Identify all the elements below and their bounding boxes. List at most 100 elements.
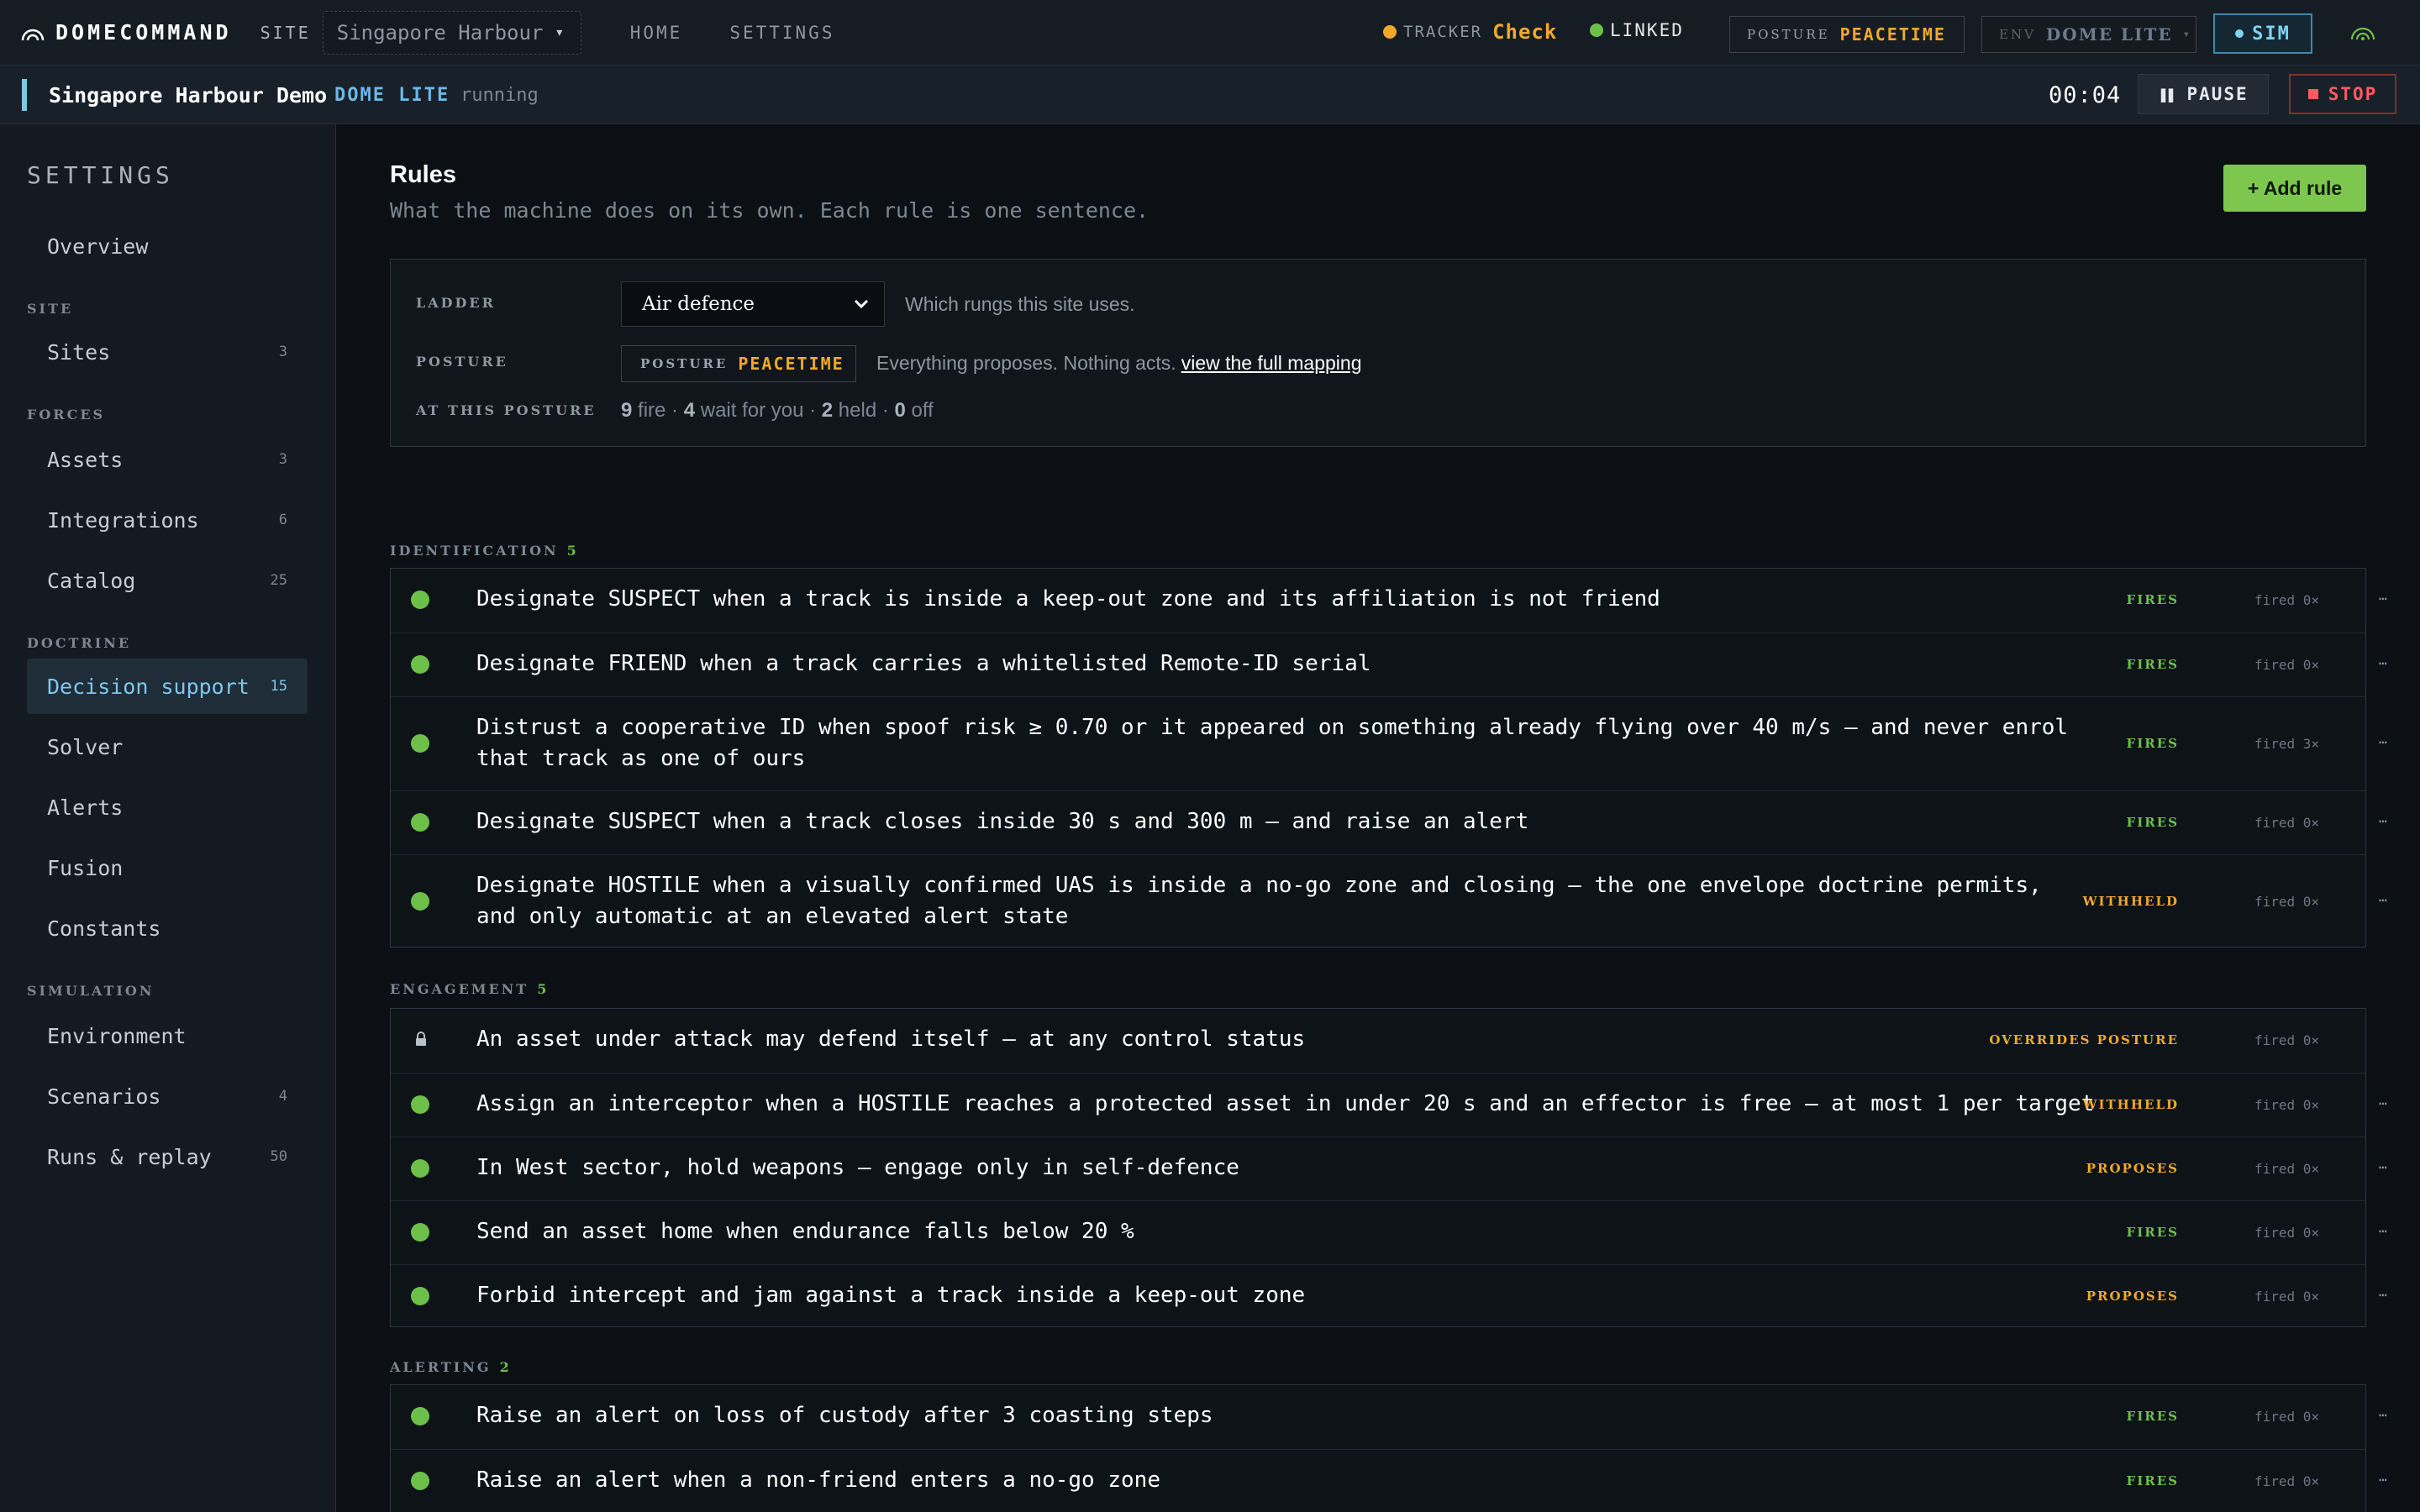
add-rule-button[interactable]: + Add rule: [2223, 165, 2366, 212]
sidebar-item-runs-replay[interactable]: Runs & replay 50: [27, 1129, 308, 1184]
sidebar-item-solver[interactable]: Solver: [27, 719, 308, 774]
rule-text: Designate HOSTILE when a visually confir…: [476, 873, 2042, 929]
run-env: DOME LITE: [334, 85, 450, 106]
sidebar-item-environment[interactable]: Environment: [27, 1008, 308, 1063]
sidebar-item-count: 15: [270, 678, 287, 695]
sidebar-item-count: 50: [270, 1148, 287, 1165]
sidebar-item-assets[interactable]: Assets 3: [27, 432, 308, 487]
sidebar-item-count: 4: [278, 1088, 287, 1105]
tracker-value: Check: [1492, 20, 1558, 44]
more-icon[interactable]: ⋯: [2379, 1223, 2387, 1239]
stop-button[interactable]: STOP: [2289, 74, 2396, 114]
nav-home[interactable]: HOME: [630, 23, 683, 43]
posture-indicator-label: POSTURE: [1747, 27, 1830, 42]
rules-config-panel: LADDER Air defence Which rungs this site…: [390, 259, 2366, 447]
sidebar-item-sites[interactable]: Sites 3: [27, 324, 308, 380]
rules-page: Rules What the machine does on its own. …: [336, 124, 2420, 1512]
rule-tag: PROPOSES: [2086, 1161, 2179, 1176]
count-held: 2: [821, 399, 834, 422]
site-selector[interactable]: Singapore Harbour ▾: [322, 10, 581, 55]
sidebar-group-doctrine: DOCTRINE: [27, 635, 132, 651]
sidebar-item-overview[interactable]: Overview: [27, 218, 308, 274]
rule-row[interactable]: Raise an alert when a non-friend enters …: [391, 1449, 2387, 1512]
posture-chip-value: PEACETIME: [738, 354, 844, 374]
sim-dot-icon: [2235, 29, 2244, 38]
rule-text: Send an asset home when endurance falls …: [476, 1219, 1134, 1244]
brand[interactable]: DOMECOMMAND: [20, 20, 232, 45]
ladder-select[interactable]: Air defence: [621, 281, 885, 327]
sidebar-item-catalog[interactable]: Catalog 25: [27, 553, 308, 608]
more-icon[interactable]: ⋯: [2379, 655, 2387, 671]
rule-fired-count: fired 0×: [2254, 1409, 2320, 1425]
sim-mode-label: SIM: [2252, 23, 2291, 45]
page-title: Rules: [390, 161, 456, 188]
more-icon[interactable]: ⋯: [2379, 1095, 2387, 1111]
posture-indicator[interactable]: POSTURE PEACETIME: [1729, 16, 1965, 53]
rule-status-dot: [411, 1287, 429, 1305]
rule-row[interactable]: In West sector, hold weapons — engage on…: [391, 1137, 2387, 1200]
sidebar-item-fusion[interactable]: Fusion: [27, 840, 308, 895]
ladder-select-value: Air defence: [642, 293, 755, 315]
rule-row[interactable]: Raise an alert on loss of custody after …: [391, 1385, 2387, 1449]
sidebar-item-label: Constants: [47, 916, 161, 941]
rule-row[interactable]: Designate FRIEND when a track carries a …: [391, 633, 2387, 696]
tracker-status[interactable]: TRACKER Check: [1383, 20, 1557, 44]
run-accent-bar: [22, 79, 27, 111]
sidebar-item-constants[interactable]: Constants: [27, 900, 308, 956]
rule-tag: FIRES: [2126, 736, 2179, 751]
sidebar-item-integrations[interactable]: Integrations 6: [27, 492, 308, 548]
chevron-down-icon: ▾: [2182, 28, 2191, 41]
rule-fired-count: fired 3×: [2254, 736, 2320, 752]
rule-row[interactable]: Send an asset home when endurance falls …: [391, 1200, 2387, 1264]
sidebar-item-scenarios[interactable]: Scenarios 4: [27, 1068, 308, 1124]
sidebar-item-count: 3: [278, 344, 287, 360]
more-icon[interactable]: ⋯: [2379, 892, 2387, 908]
sidebar-item-decision-support[interactable]: Decision support 15: [27, 659, 308, 714]
tracker-status-dot: [1383, 25, 1397, 39]
rule-row[interactable]: Designate SUSPECT when a track is inside…: [391, 569, 2387, 633]
more-icon[interactable]: ⋯: [2379, 591, 2387, 606]
rule-row[interactable]: Designate SUSPECT when a track closes in…: [391, 790, 2387, 854]
rule-text: Assign an interceptor when a HOSTILE rea…: [476, 1091, 2095, 1116]
nav-settings[interactable]: SETTINGS: [729, 23, 834, 43]
rule-row[interactable]: Designate HOSTILE when a visually confir…: [391, 854, 2387, 948]
more-icon[interactable]: ⋯: [2379, 1472, 2387, 1488]
posture-chip[interactable]: POSTURE PEACETIME: [621, 345, 856, 382]
stop-icon: [2307, 89, 2318, 99]
rule-fired-count: fired 0×: [2254, 1032, 2320, 1048]
posture-help-sentence: Everything proposes. Nothing acts.: [876, 352, 1176, 374]
group-header-identification: IDENTIFICATION 5: [390, 543, 577, 559]
more-icon[interactable]: ⋯: [2379, 1287, 2387, 1303]
rule-status-dot: [411, 813, 429, 832]
rule-status-dot: [411, 1095, 429, 1114]
more-icon[interactable]: ⋯: [2379, 1407, 2387, 1423]
view-mapping-link[interactable]: view the full mapping: [1181, 352, 1362, 374]
rule-fired-count: fired 0×: [2254, 1225, 2320, 1241]
stop-label: STOP: [2328, 84, 2378, 104]
env-selector[interactable]: ENV DOME LITE ▾: [1981, 16, 2196, 53]
pause-label: PAUSE: [2186, 84, 2249, 104]
more-icon[interactable]: ⋯: [2379, 734, 2387, 750]
more-icon[interactable]: ⋯: [2379, 813, 2387, 829]
dome-status-icon[interactable]: [2349, 22, 2376, 42]
sim-mode-button[interactable]: SIM: [2213, 13, 2312, 54]
chevron-down-icon: [854, 299, 869, 309]
sidebar-item-alerts[interactable]: Alerts: [27, 780, 308, 835]
count-off-label: off: [905, 399, 934, 422]
rule-fired-count: fired 0×: [2254, 1289, 2320, 1305]
rule-status-dot: [411, 591, 429, 609]
rule-fired-count: fired 0×: [2254, 1097, 2320, 1113]
more-icon[interactable]: ⋯: [2379, 1159, 2387, 1175]
sidebar-item-label: Solver: [47, 734, 124, 759]
rule-row[interactable]: Assign an interceptor when a HOSTILE rea…: [391, 1073, 2387, 1137]
rule-row[interactable]: Forbid intercept and jam against a track…: [391, 1264, 2387, 1328]
pause-button[interactable]: ❚❚ PAUSE: [2138, 74, 2269, 114]
site-selector-value: Singapore Harbour: [336, 20, 544, 45]
rule-text: Designate SUSPECT when a track closes in…: [476, 809, 1529, 834]
rule-row[interactable]: An asset under attack may defend itself …: [391, 1009, 2365, 1073]
rule-row[interactable]: Distrust a cooperative ID when spoof ris…: [391, 696, 2387, 790]
run-state: running: [460, 85, 539, 106]
sidebar-item-label: Catalog: [47, 568, 136, 593]
rule-tag: WITHHELD: [2082, 1097, 2179, 1112]
sidebar-item-count: 25: [270, 572, 287, 589]
